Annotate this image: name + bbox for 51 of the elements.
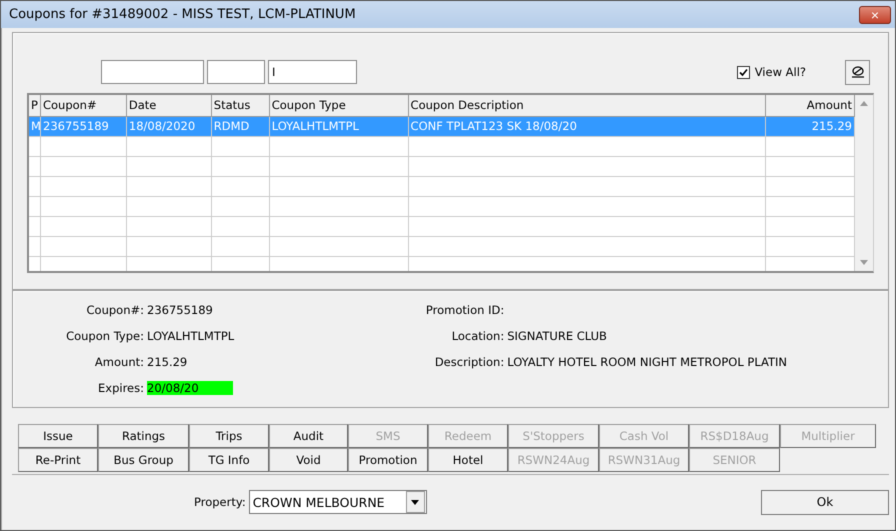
detail-label: Promotion ID: <box>424 302 506 316</box>
filter-field[interactable]: I <box>268 60 357 84</box>
eraser-icon <box>850 66 864 78</box>
filter-field[interactable] <box>101 60 204 84</box>
action-button[interactable]: Void <box>269 448 348 472</box>
detail-label: Coupon#: <box>86 302 145 316</box>
filter-field[interactable] <box>207 60 265 84</box>
action-button[interactable]: Bus Group <box>98 448 189 472</box>
scrollbar[interactable] <box>855 95 873 271</box>
column-header[interactable]: Coupon# <box>40 95 127 116</box>
table-cell: 18/08/2020 <box>126 117 212 136</box>
scroll-down-icon[interactable] <box>860 260 868 265</box>
detail-label: Coupon Type: <box>65 328 145 342</box>
action-button[interactable]: Audit <box>269 424 348 448</box>
table-cell: 236755189 <box>41 117 127 136</box>
column-header[interactable]: Status <box>212 95 270 116</box>
action-button[interactable]: TG Info <box>189 448 269 472</box>
detail-value: 236755189 <box>147 302 213 316</box>
detail-value: 215.29 <box>147 354 188 368</box>
ok-button[interactable]: Ok <box>761 490 889 514</box>
column-header[interactable]: Coupon Description <box>408 95 766 116</box>
action-button[interactable]: Ratings <box>98 424 189 448</box>
dropdown-arrow-icon <box>411 500 420 504</box>
close-button[interactable]: × <box>859 6 891 24</box>
view-all-checkbox[interactable] <box>736 66 750 78</box>
table-cell: LOYALHTLMTPL <box>270 117 409 136</box>
action-button[interactable]: Hotel <box>428 448 508 472</box>
detail-label: Location: <box>450 328 506 342</box>
action-button[interactable]: Promotion <box>348 448 428 472</box>
window-title: Coupons for #31489002 - MISS TEST, LCM-PLATINUM <box>9 7 357 22</box>
view-all-label: View All? <box>754 65 806 79</box>
detail-label: Amount: <box>94 354 145 368</box>
detail-value: LOYALTY HOTEL ROOM NIGHT METROPOL PLATIN <box>507 354 788 368</box>
column-header[interactable]: P <box>29 95 41 116</box>
table-cell: M <box>29 117 41 136</box>
table-cell: RDMD <box>212 117 270 136</box>
action-button[interactable]: Issue <box>18 424 98 448</box>
table-cell: CONF TPLAT123 SK 18/08/20 <box>408 117 766 136</box>
action-button[interactable]: Trips <box>189 424 269 448</box>
detail-label: Expires: <box>97 380 145 394</box>
detail-value: LOYALHTLMTPL <box>147 328 234 342</box>
property-label: Property: <box>194 495 246 509</box>
detail-value: SIGNATURE CLUB <box>507 328 607 342</box>
scroll-up-icon[interactable] <box>860 101 868 106</box>
column-header[interactable]: Date <box>126 95 212 116</box>
column-header[interactable]: Coupon Type <box>270 95 409 116</box>
property-dropdown[interactable]: CROWN MELBOURNE <box>248 490 427 514</box>
detail-label: Description: <box>434 354 506 368</box>
detail-value: 20/08/20 <box>147 380 233 394</box>
clear-button[interactable] <box>845 60 870 84</box>
action-button[interactable]: Re-Print <box>18 448 98 472</box>
